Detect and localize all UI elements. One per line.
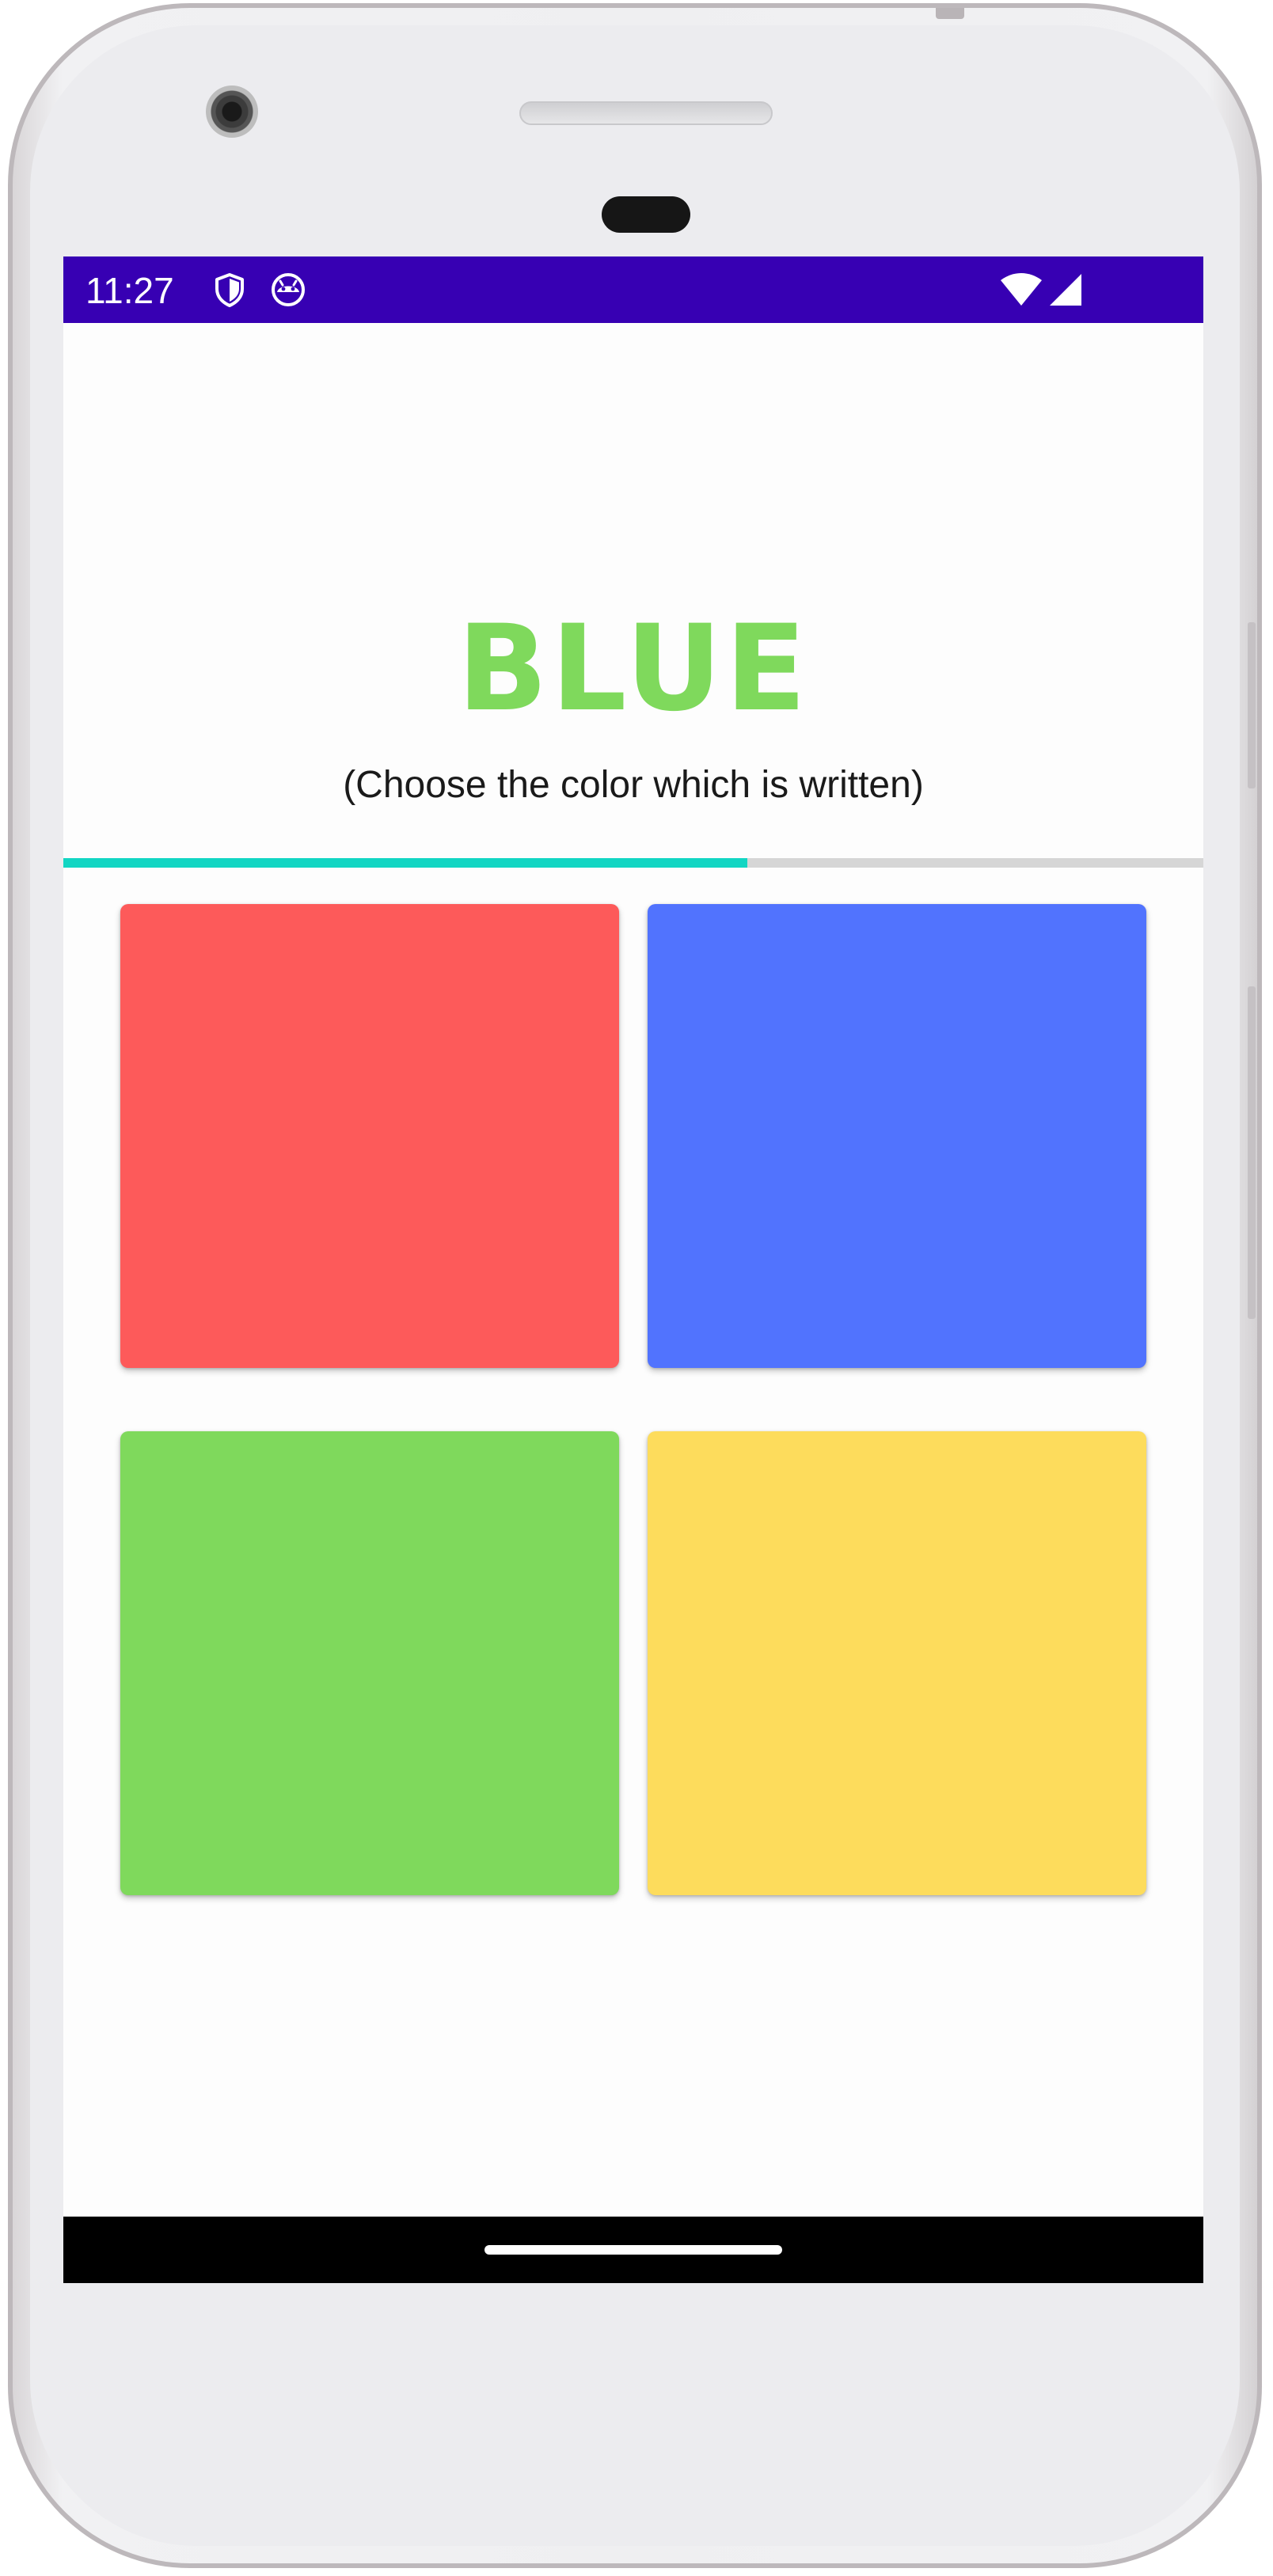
status-bar: 11:27: [63, 256, 1203, 323]
volume-button: [1248, 622, 1256, 788]
color-option-green[interactable]: [120, 1431, 619, 1895]
shield-icon: [215, 273, 244, 307]
color-option-blue[interactable]: [648, 904, 1146, 1368]
game-screen: BLUE (Choose the color which is written): [63, 323, 1203, 2217]
earpiece-speaker: [519, 101, 773, 125]
target-color-word: BLUE: [457, 600, 810, 738]
power-button: [1248, 986, 1256, 1319]
instruction-text: (Choose the color which is written): [343, 764, 924, 806]
status-time: 11:27: [86, 270, 174, 311]
cell-signal-icon: [1050, 274, 1081, 306]
proximity-sensor: [602, 196, 690, 233]
color-option-yellow[interactable]: [648, 1431, 1146, 1895]
timer-progress-bar: [63, 858, 1203, 868]
wifi-icon: [1001, 273, 1042, 306]
timer-progress-fill: [63, 858, 747, 868]
home-gesture-handle[interactable]: [484, 2245, 782, 2255]
android-face-icon: [272, 273, 305, 306]
navigation-bar: [63, 2217, 1203, 2283]
device-screen: 11:27 BLUE (Choose the color which is wr…: [63, 256, 1203, 2283]
color-option-red[interactable]: [120, 904, 619, 1368]
phone-top-button: [936, 8, 964, 19]
front-camera: [206, 85, 258, 138]
